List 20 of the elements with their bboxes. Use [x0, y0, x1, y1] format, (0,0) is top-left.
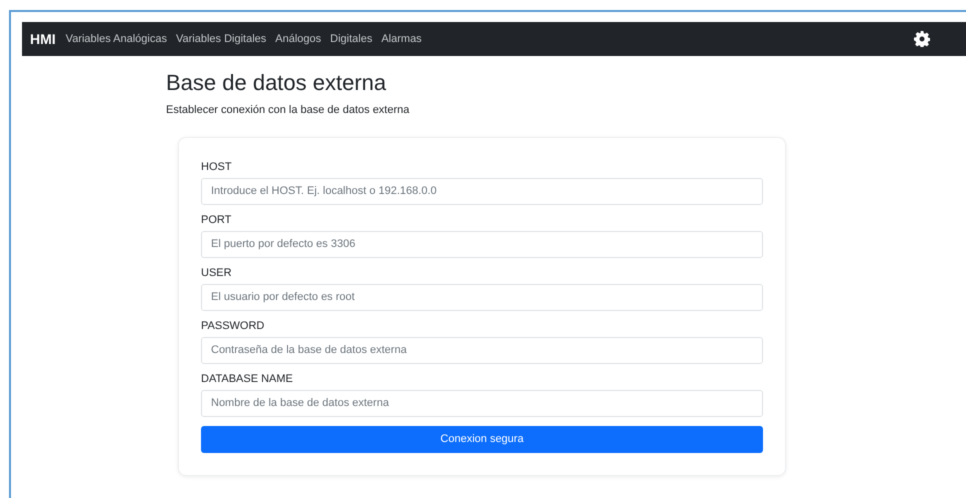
nav-link[interactable]: Variables Analógicas — [66, 30, 167, 48]
field-label: PORT — [201, 212, 232, 226]
field-label: USER — [201, 266, 233, 280]
brand-link[interactable]: HMI — [30, 28, 56, 50]
submit-button[interactable]: Conexion segura — [201, 426, 763, 452]
nav-link[interactable]: Alarmas — [381, 30, 422, 48]
nav-link[interactable]: Digitales — [330, 30, 372, 48]
input-field[interactable]: Contraseña de la base de datos externa — [201, 336, 763, 364]
input-field[interactable]: Introduce el HOST. Ej. localhost o 192.168.0.0 — [201, 178, 763, 204]
settings-icon[interactable] — [914, 31, 930, 47]
field-label: HOST — [201, 160, 233, 174]
page-title: Base de datos externa — [166, 69, 388, 97]
nav-link[interactable]: Variables Digitales — [176, 30, 266, 48]
page-subtitle: Establecer conexión con la base de datos externa — [166, 103, 410, 118]
input-field[interactable]: El puerto por defecto es 3306 — [201, 230, 763, 258]
input-field[interactable]: Nombre de la base de datos externa — [201, 390, 763, 416]
field-label: PASSWORD — [201, 318, 266, 332]
nav-link[interactable]: Análogos — [275, 30, 322, 48]
field-label: DATABASE NAME — [201, 372, 294, 386]
input-field[interactable]: El usuario por defecto es root — [201, 284, 763, 310]
